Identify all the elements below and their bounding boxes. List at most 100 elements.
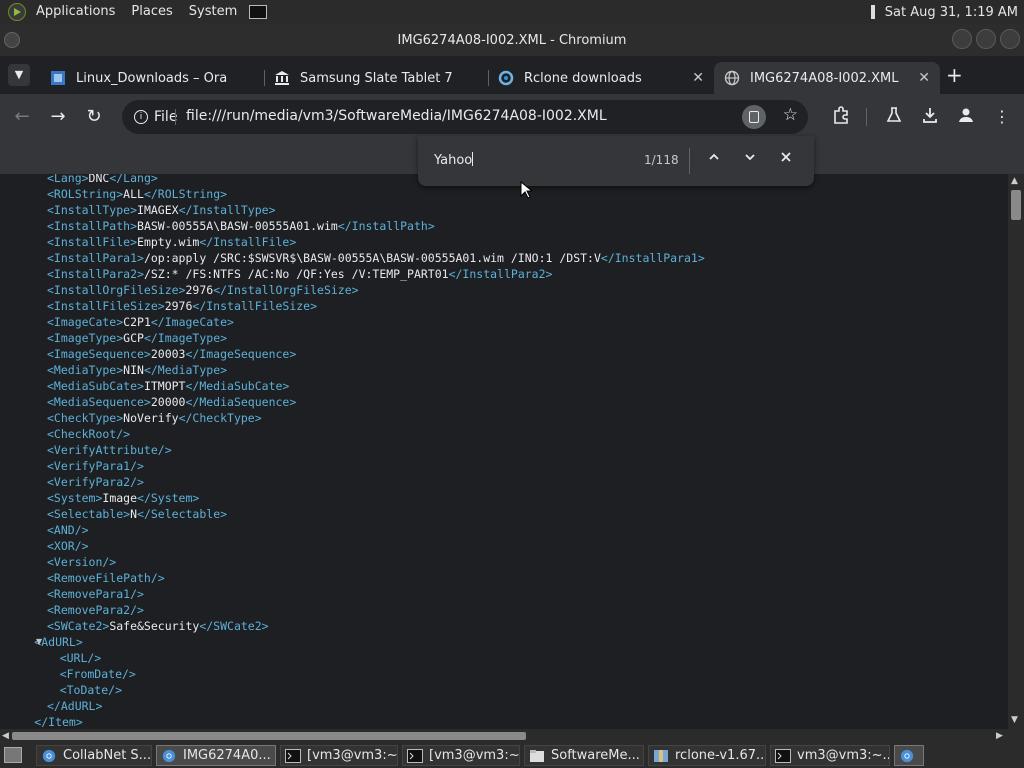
tab-strip: ▼ Linux_Downloads – Oracle Samsung Slate… <box>0 56 1024 94</box>
minimize-button[interactable] <box>952 29 972 49</box>
xml-close-tag: </InstallPara2> <box>448 267 553 281</box>
tab-search-button[interactable]: ▼ <box>8 64 30 86</box>
address-separator <box>175 109 176 125</box>
find-in-page-icon[interactable] <box>742 105 766 129</box>
window-menu-icon[interactable] <box>4 32 20 48</box>
back-button[interactable]: ← <box>11 106 33 128</box>
extensions-icon[interactable] <box>830 106 852 130</box>
taskbar-chromium-button[interactable] <box>894 745 924 766</box>
xml-text-value: /op:apply /SRC:$SWSVR$\BASW-00555A\BASW-… <box>143 251 601 265</box>
vertical-scroll-thumb[interactable] <box>1011 190 1021 220</box>
xml-close-tag: </Lang> <box>109 174 158 185</box>
xml-text-value: ITMOPT <box>143 379 186 393</box>
show-desktop-icon[interactable] <box>4 747 22 763</box>
maximize-button[interactable] <box>976 29 996 49</box>
find-close-button[interactable] <box>776 150 796 170</box>
xml-close-tag: </MediaType> <box>143 363 228 377</box>
horizontal-scrollbar[interactable]: ◀ ▶ <box>0 729 1008 743</box>
scroll-up-arrow-icon[interactable]: ▲ <box>1011 176 1018 186</box>
taskbar-item[interactable]: IMG6274A0... <box>156 745 276 766</box>
bookmark-star-icon[interactable]: ☆ <box>783 105 798 125</box>
xml-line: <RemovePara2/> <box>47 602 144 618</box>
xml-line: <VerifyAttribute/> <box>47 442 172 458</box>
tab-label: Rclone downloads <box>524 70 642 86</box>
xml-open-tag: <Selectable> <box>47 507 131 521</box>
terminal-launcher-icon[interactable] <box>249 5 268 19</box>
xml-open-tag: <XOR/> <box>47 539 89 553</box>
xml-line: <VerifyPara2/> <box>47 474 144 490</box>
site-info-chip[interactable]: i File <box>134 109 177 125</box>
collapse-toggle-icon[interactable]: ▼ <box>36 637 42 646</box>
xml-text-value: /SZ:* /FS:NTFS /AC:No /QF:Yes /V:TEMP_PA… <box>143 267 449 281</box>
xml-line: <ROLString>ALL</ROLString> <box>47 186 227 202</box>
text-caret <box>472 152 474 166</box>
scroll-left-arrow-icon[interactable]: ◀ <box>2 729 9 743</box>
xml-open-tag: <CheckType> <box>47 411 124 425</box>
xml-line: <URL/> <box>60 650 102 666</box>
taskbar-item-label: IMG6274A0... <box>183 748 271 763</box>
address-bar[interactable]: i File file:///run/media/vm3/SoftwareMed… <box>122 100 808 134</box>
distro-logo-icon[interactable] <box>8 3 26 21</box>
taskbar-item[interactable]: SoftwareMe... <box>524 745 644 766</box>
scroll-down-arrow-icon[interactable]: ▼ <box>1011 715 1018 725</box>
taskbar-item[interactable]: vm3@vm3:~... <box>770 745 890 766</box>
xml-open-tag: <ImageType> <box>47 331 124 345</box>
xml-line: </Item> <box>34 714 82 729</box>
forward-button[interactable]: → <box>47 106 69 128</box>
url-text[interactable]: file:///run/media/vm3/SoftwareMedia/IMG6… <box>186 108 607 124</box>
reload-button[interactable]: ↻ <box>83 106 105 128</box>
toolbar-separator <box>866 108 867 126</box>
horizontal-scroll-thumb[interactable] <box>12 732 526 740</box>
taskbar-item[interactable]: CollabNet S... <box>36 745 152 766</box>
tab-close-icon[interactable]: ✕ <box>918 70 930 86</box>
find-previous-button[interactable] <box>704 150 724 170</box>
taskbar-item[interactable]: rclone-v1.67... <box>648 745 766 766</box>
tab-close-icon[interactable]: ✕ <box>692 70 704 86</box>
taskbar-item[interactable]: [vm3@vm3:~] <box>402 745 520 766</box>
xml-open-tag: </Item> <box>34 715 83 729</box>
taskbar-item-label: vm3@vm3:~... <box>797 748 889 763</box>
tab-xml-file[interactable]: IMG6274A08-I002.XML ✕ <box>714 62 940 94</box>
archive-icon <box>653 749 669 763</box>
taskbar-item-label: SoftwareMe... <box>551 748 640 763</box>
xml-close-tag: </ImageCate> <box>150 315 234 329</box>
find-input[interactable]: Yahoo <box>434 152 474 168</box>
find-next-button[interactable] <box>740 150 760 170</box>
xml-line: <MediaSubCate>ITMOPT</MediaSubCate> <box>47 378 289 394</box>
find-match-count: 1/118 <box>644 153 679 167</box>
vertical-scrollbar[interactable]: ▲ ▼ <box>1008 174 1024 729</box>
xml-text-value: DNC <box>88 174 110 185</box>
download-icon[interactable] <box>919 106 941 130</box>
xml-line: <InstallPara1>/op:apply /SRC:$SWSVR$\BAS… <box>47 250 705 266</box>
network-status-icon[interactable] <box>870 5 875 19</box>
xml-close-tag: </MediaSequence> <box>185 395 297 409</box>
xml-line: <CheckRoot/> <box>47 426 130 442</box>
labs-flask-icon[interactable] <box>883 106 905 130</box>
xml-open-tag: <FromDate/> <box>59 667 136 681</box>
xml-line: <AND/> <box>47 522 89 538</box>
system-menu[interactable]: System <box>181 0 245 24</box>
xml-line: <ToDate/> <box>60 682 122 698</box>
profile-avatar-icon[interactable] <box>955 106 977 130</box>
places-menu[interactable]: Places <box>123 0 180 24</box>
panel-clock[interactable]: Sat Aug 31, 1:19 AM <box>885 5 1018 20</box>
tab-rclone-downloads[interactable]: Rclone downloads ✕ <box>488 62 714 94</box>
xml-text-value: BASW-00555A\BASW-00555A01.wim <box>137 219 338 233</box>
taskbar-item[interactable]: [vm3@vm3:~] <box>280 745 398 766</box>
xml-open-tag: <VerifyPara1/> <box>47 459 144 473</box>
find-separator <box>689 148 690 174</box>
close-window-button[interactable] <box>1000 29 1020 49</box>
taskbar-item-label: [vm3@vm3:~] <box>307 748 397 763</box>
xml-open-tag: <InstallType> <box>47 203 138 217</box>
applications-menu[interactable]: Applications <box>28 0 123 24</box>
more-menu-icon[interactable]: ⋮ <box>991 106 1013 128</box>
xml-open-tag: <InstallFile> <box>47 235 138 249</box>
tab-linux-downloads[interactable]: Linux_Downloads – Oracle <box>40 62 266 94</box>
xml-text-value: IMAGEX <box>137 203 179 217</box>
xml-open-tag: </AdURL> <box>47 699 103 713</box>
tab-samsung-slate[interactable]: Samsung Slate Tablet 700 <box>264 62 490 94</box>
scroll-right-arrow-icon[interactable]: ▶ <box>996 729 1003 743</box>
new-tab-button[interactable]: + <box>946 65 963 85</box>
xml-document-view[interactable]: <Lang>DNC</Lang> <ROLString>ALL</ROLStrin… <box>0 174 1008 729</box>
chromium-icon <box>161 749 177 763</box>
